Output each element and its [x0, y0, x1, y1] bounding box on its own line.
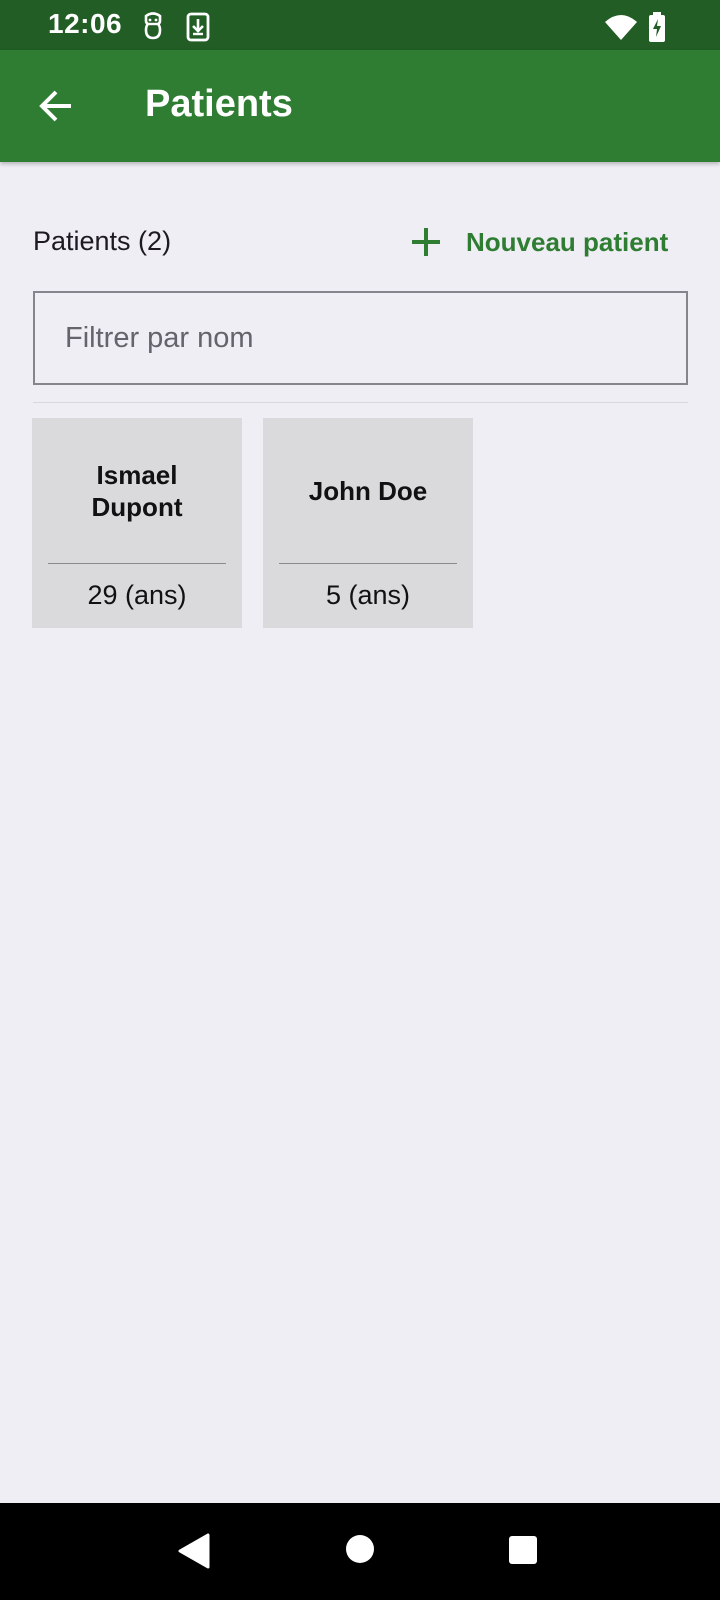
patient-card[interactable]: Ismael Dupont 29 (ans) [32, 418, 242, 628]
patient-count-label: Patients (2) [33, 226, 172, 256]
arrow-back-icon [39, 90, 71, 122]
app-bar: Patients [0, 50, 720, 162]
home-circle-icon [346, 1535, 374, 1563]
back-button[interactable] [30, 80, 82, 132]
patient-age: 5 (ans) [325, 580, 411, 610]
recents-square-icon [509, 1536, 537, 1564]
nav-recents-button[interactable] [508, 1535, 538, 1570]
download-icon [186, 12, 210, 47]
new-patient-button[interactable]: Nouveau patient [400, 212, 690, 272]
patient-age: 29 (ans) [87, 580, 187, 610]
face-icon [140, 12, 166, 45]
new-patient-label: Nouveau patient [466, 226, 669, 257]
nav-back-button[interactable] [176, 1533, 210, 1574]
back-triangle-icon [178, 1533, 210, 1569]
filter-field [33, 291, 688, 385]
battery-charging-icon [648, 12, 666, 47]
page-title: Patients [145, 83, 293, 125]
status-time: 12:06 [48, 8, 123, 39]
patient-card[interactable]: John Doe 5 (ans) [263, 418, 473, 628]
patient-name: John Doe [308, 476, 428, 506]
filter-input[interactable] [35, 293, 686, 383]
status-bar: 12:06 [0, 0, 720, 50]
system-nav-bar [0, 1503, 720, 1600]
patient-name: Ismael Dupont [91, 460, 183, 522]
plus-icon [412, 228, 440, 256]
card-divider [48, 563, 226, 564]
card-divider [279, 563, 457, 564]
divider [33, 402, 688, 403]
wifi-icon [604, 14, 638, 45]
nav-home-button[interactable] [345, 1534, 375, 1569]
